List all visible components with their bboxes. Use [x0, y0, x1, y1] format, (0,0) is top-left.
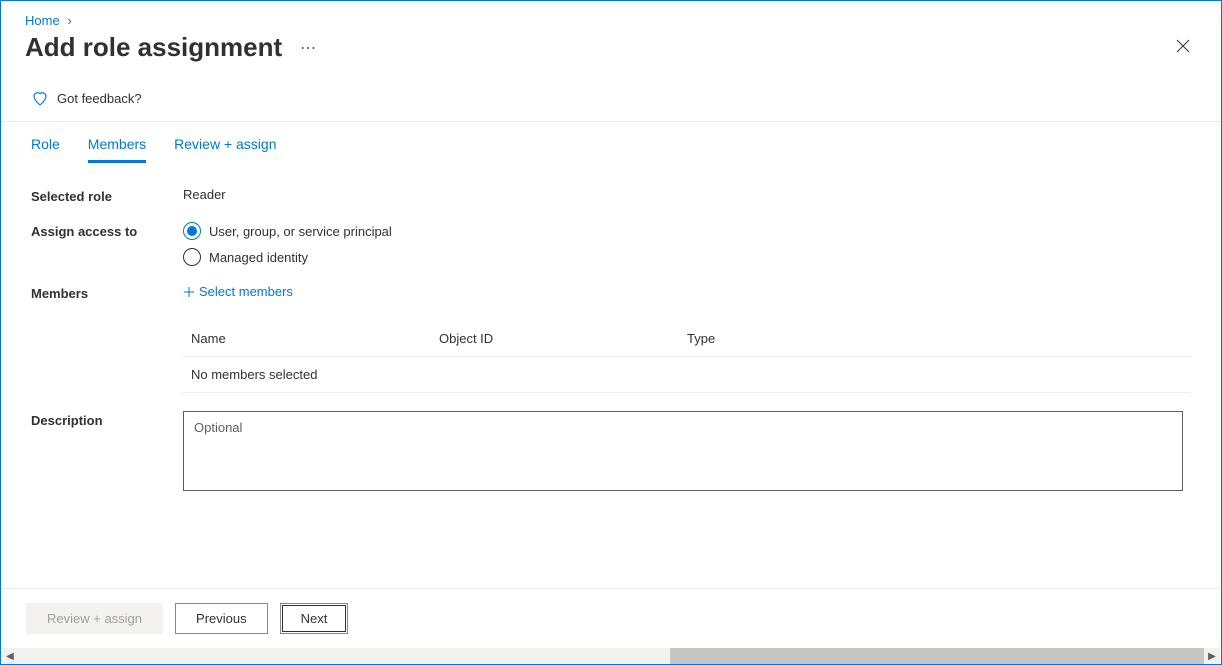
feedback-label: Got feedback?	[57, 91, 142, 106]
select-members-link[interactable]: Select members	[183, 284, 293, 299]
members-table: Name Object ID Type No members selected	[183, 321, 1191, 393]
scroll-right-icon[interactable]: ▶	[1204, 648, 1220, 664]
page-title: Add role assignment	[25, 32, 282, 63]
title-bar: Add role assignment ⋯	[1, 28, 1221, 75]
scroll-thumb[interactable]	[670, 648, 1204, 664]
review-assign-button: Review + assign	[26, 603, 163, 634]
scroll-left-icon[interactable]: ◀	[2, 648, 18, 664]
radio-icon	[183, 248, 201, 266]
assign-access-label: Assign access to	[31, 222, 183, 239]
radio-label: User, group, or service principal	[209, 224, 392, 239]
select-members-label: Select members	[199, 284, 293, 299]
table-empty-row: No members selected	[183, 357, 1191, 393]
radio-icon	[183, 222, 201, 240]
close-button[interactable]	[1169, 32, 1197, 63]
form: Selected role Reader Assign access to Us…	[25, 163, 1197, 494]
next-button[interactable]: Next	[280, 603, 349, 634]
description-input[interactable]	[183, 411, 1183, 491]
radio-user-group-sp[interactable]: User, group, or service principal	[183, 222, 1191, 240]
tab-members[interactable]: Members	[88, 136, 146, 163]
assign-access-radio-group: User, group, or service principal Manage…	[183, 222, 1191, 266]
more-button[interactable]: ⋯	[296, 34, 321, 62]
selected-role-label: Selected role	[31, 187, 183, 204]
scroll-track[interactable]	[18, 648, 1204, 664]
description-label: Description	[31, 411, 183, 428]
col-header-name[interactable]: Name	[191, 331, 439, 346]
selected-role-value: Reader	[183, 187, 1191, 202]
tab-role[interactable]: Role	[31, 136, 60, 163]
members-label: Members	[31, 284, 183, 301]
plus-icon	[183, 286, 195, 298]
radio-managed-identity[interactable]: Managed identity	[183, 248, 1191, 266]
chevron-right-icon: ›	[67, 13, 71, 28]
previous-button[interactable]: Previous	[175, 603, 268, 634]
breadcrumb: Home ›	[1, 1, 1221, 28]
content-scroll[interactable]: Role Members Review + assign Selected ro…	[1, 122, 1221, 562]
close-icon	[1175, 38, 1191, 54]
col-header-object-id[interactable]: Object ID	[439, 331, 687, 346]
tab-review-assign[interactable]: Review + assign	[174, 136, 276, 163]
heart-icon	[31, 89, 49, 107]
tab-bar: Role Members Review + assign	[25, 122, 1197, 163]
radio-label: Managed identity	[209, 250, 308, 265]
feedback-link[interactable]: Got feedback?	[1, 75, 1221, 122]
horizontal-scrollbar[interactable]: ◀ ▶	[2, 648, 1220, 664]
breadcrumb-home-link[interactable]: Home	[25, 13, 60, 28]
col-header-type[interactable]: Type	[687, 331, 1183, 346]
footer-bar: Review + assign Previous Next	[2, 588, 1220, 648]
